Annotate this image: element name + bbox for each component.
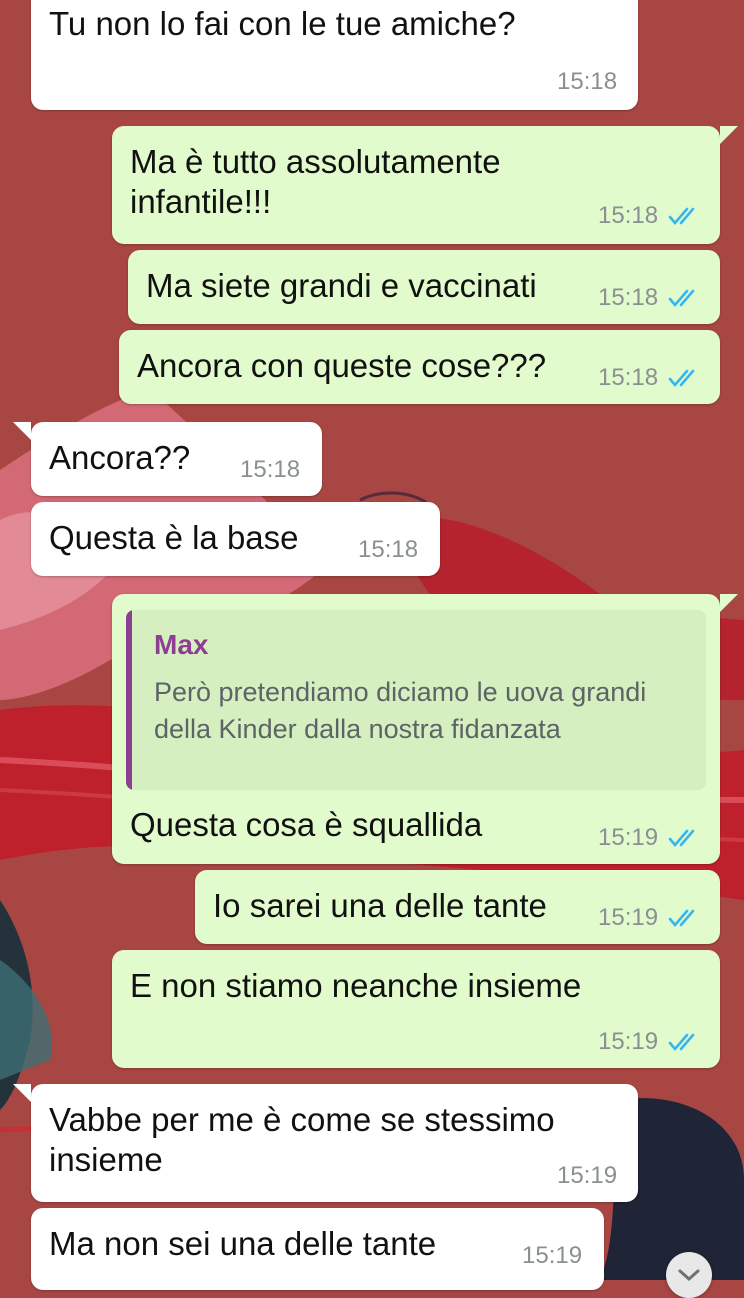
double-check-icon <box>668 909 695 928</box>
outgoing-message[interactable]: Io sarei una delle tante 15:19 <box>195 870 720 944</box>
message-time: 15:18 <box>557 68 618 95</box>
outgoing-message[interactable]: Ma è tutto assolutamente infantile!!! 15… <box>112 126 720 244</box>
message-text: Ancora?? <box>49 439 191 476</box>
double-check-icon <box>668 829 695 848</box>
bubble-tail <box>720 126 738 144</box>
incoming-message[interactable]: Questa è la base 15:18 <box>31 502 440 576</box>
message-time: 15:19 <box>522 1242 583 1269</box>
message-text: Questa è la base <box>49 519 299 556</box>
quoted-reply[interactable]: Max Però pretendiamo diciamo le uova gra… <box>126 610 706 790</box>
outgoing-message[interactable]: Ancora con queste cose??? 15:18 <box>119 330 720 404</box>
message-time: 15:19 <box>598 904 659 931</box>
message-time: 15:18 <box>598 364 659 391</box>
message-time: 15:18 <box>358 536 419 563</box>
quote-text: Però pretendiamo diciamo le uova grandi … <box>154 677 647 744</box>
double-check-icon <box>668 369 695 388</box>
message-time: 15:18 <box>598 202 659 229</box>
double-check-icon <box>668 207 695 226</box>
message-text: Io sarei una delle tante <box>213 887 547 924</box>
incoming-message[interactable]: Vabbe per me è come se stessimo insieme … <box>31 1084 638 1202</box>
message-text: Ma siete grandi e vaccinati <box>146 267 537 304</box>
quote-accent-bar <box>126 610 132 790</box>
double-check-icon <box>668 1033 695 1052</box>
incoming-message[interactable]: Ancora?? 15:18 <box>31 422 322 496</box>
message-time: 15:18 <box>240 456 301 483</box>
message-time: 15:18 <box>598 284 659 311</box>
message-text: Questa cosa è squallida <box>130 806 483 843</box>
outgoing-message[interactable]: E non stiamo neanche insieme 15:19 <box>112 950 720 1068</box>
bubble-tail <box>13 1084 31 1102</box>
message-time: 15:19 <box>598 1028 659 1055</box>
message-text: Ancora con queste cose??? <box>137 347 547 384</box>
message-text: Vabbe per me è come se stessimo insieme <box>49 1101 555 1178</box>
chevron-down-icon <box>678 1269 700 1282</box>
outgoing-message[interactable]: Ma siete grandi e vaccinati 15:18 <box>128 250 720 324</box>
outgoing-message[interactable]: Max Però pretendiamo diciamo le uova gra… <box>112 594 720 864</box>
quote-author: Max <box>154 629 209 660</box>
message-text: Ma non sei una delle tante <box>49 1225 437 1262</box>
double-check-icon <box>668 289 695 308</box>
bubble-tail <box>13 422 31 440</box>
incoming-message[interactable]: Ma non sei una delle tante 15:19 <box>31 1208 604 1290</box>
scroll-to-bottom-button[interactable] <box>666 1252 712 1298</box>
incoming-message[interactable]: Tu non lo fai con le tue amiche? 15:18 <box>31 0 638 110</box>
message-text: Tu non lo fai con le tue amiche? <box>49 5 516 42</box>
message-text: Ma è tutto assolutamente infantile!!! <box>130 143 501 220</box>
message-text: E non stiamo neanche insieme <box>130 967 582 1004</box>
message-time: 15:19 <box>598 824 659 851</box>
message-time: 15:19 <box>557 1162 618 1189</box>
bubble-tail <box>720 594 738 612</box>
